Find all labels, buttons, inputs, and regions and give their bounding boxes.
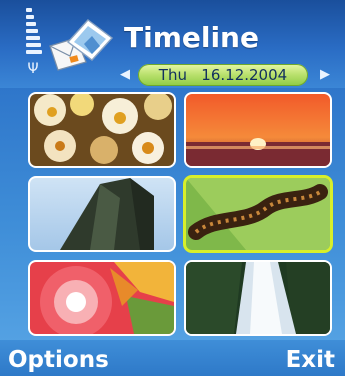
thumbnail-flowers[interactable] [30, 94, 174, 166]
thumbnail-rock-cliff[interactable] [30, 178, 174, 250]
day-label: Thu [158, 66, 187, 84]
signal-strength-icon [26, 8, 42, 60]
timeline-app-icon [46, 16, 116, 76]
thumbnail-abstract-swirl[interactable] [30, 262, 174, 334]
thumbnail-sunset[interactable] [186, 94, 330, 166]
thumbnail-waterfall[interactable] [186, 262, 330, 334]
arrow-right-icon[interactable]: ▶ [318, 66, 332, 84]
thumbnail-grid [0, 88, 345, 340]
antenna-icon: Ψ [27, 61, 39, 77]
date-pill: Thu 16.12.2004 [138, 64, 308, 86]
header: Ψ Timeline ◀ Thu 16.12.2004 ▶ [0, 0, 345, 88]
app-title: Timeline [124, 21, 259, 54]
arrow-left-icon[interactable]: ◀ [118, 66, 132, 84]
exit-softkey[interactable]: Exit [286, 340, 335, 376]
thumbnail-caterpillar[interactable] [186, 178, 330, 250]
date-navigator[interactable]: ◀ Thu 16.12.2004 ▶ [118, 64, 332, 86]
options-softkey[interactable]: Options [8, 340, 109, 376]
date-label: Thu 16.12.2004 [138, 64, 308, 86]
softkey-bar: Options Exit [0, 340, 345, 376]
date-value: 16.12.2004 [201, 66, 288, 84]
phone-screen: Ψ Timeline ◀ Thu 16.12.2004 ▶ Options Ex… [0, 0, 345, 376]
